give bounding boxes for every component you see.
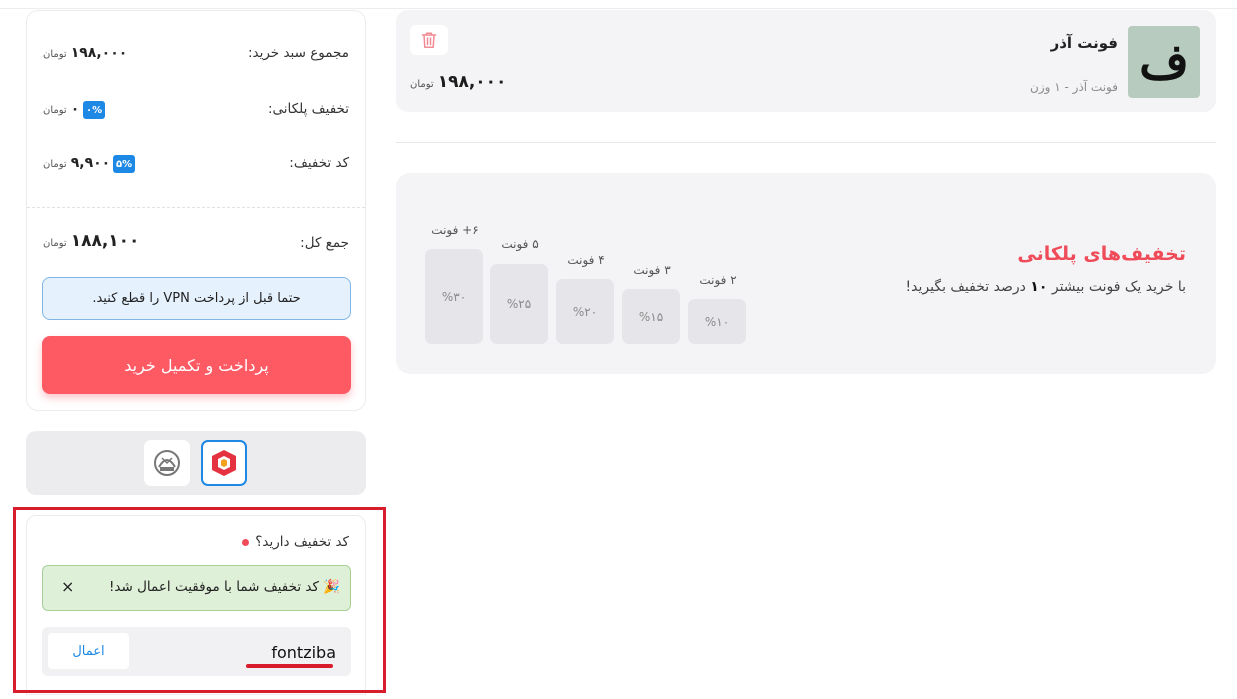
pay-complete-purchase-button[interactable]: پرداخت و تکمیل خرید <box>42 336 351 394</box>
bank-mellat-icon <box>212 450 236 476</box>
desc-before: با خرید یک فونت بیشتر <box>1051 279 1186 295</box>
payment-gateways <box>26 431 366 495</box>
currency-label: تومان <box>43 105 67 116</box>
cart-item-card: ف فونت آذر فونت آذر - ۱ وزن ۱۹۸,۰۰۰ توما… <box>396 10 1216 112</box>
tier-discount-label: تخفیف پلکانی: <box>268 101 349 117</box>
tier-discount-value: تومان ۰ <box>43 101 79 117</box>
desc-after: درصد تخفیف بگیرید! <box>905 279 1026 295</box>
top-divider <box>0 8 1237 9</box>
desc-bold-number: ۱۰ <box>1030 279 1048 295</box>
bulk-discount-panel: تخفیف‌های پلکانی با خرید یک فونت بیشتر ۱… <box>396 173 1216 374</box>
cart-item-name[interactable]: فونت آذر <box>1051 34 1118 52</box>
price-value: ۱۹۸,۰۰۰ <box>437 72 507 92</box>
tier-box: %۳۰ <box>425 249 483 344</box>
cart-item-subtitle: فونت آذر - ۱ وزن <box>1030 80 1118 94</box>
tier-label: ۵ فونت <box>501 237 539 251</box>
tier-box: %۲۵ <box>490 264 548 344</box>
coupon-discount-badge: ۵% <box>113 155 136 173</box>
tier-discount-amount: ۰ <box>70 101 80 117</box>
total-amount: ۱۸۸,۱۰۰ <box>70 231 140 251</box>
tier-label: ۴ فونت <box>567 253 605 267</box>
bulk-discount-description: با خرید یک فونت بیشتر ۱۰ درصد تخفیف بگیر… <box>906 279 1186 295</box>
subtotal-amount: ۱۹۸,۰۰۰ <box>70 45 128 61</box>
total-label: جمع کل: <box>300 235 349 251</box>
order-summary-card: مجموع سبد خرید: تومان ۱۹۸,۰۰۰ تخفیف پلکا… <box>26 10 366 411</box>
tier-label: ۶+ فونت <box>431 223 479 237</box>
tier-discount-badge: ۰% <box>83 101 106 119</box>
bank-logo-icon <box>154 450 180 476</box>
vpn-notice: حتما قبل از پرداخت VPN را قطع کنید. <box>42 277 351 320</box>
trash-icon <box>421 32 437 48</box>
tier-box: %۲۰ <box>556 279 614 344</box>
gateway-other-bank[interactable] <box>144 440 190 486</box>
gateway-mellat[interactable] <box>201 440 247 486</box>
tier-box: %۱۰ <box>688 299 746 344</box>
currency-label: تومان <box>43 159 67 170</box>
bulk-discount-title: تخفیف‌های پلکانی <box>1017 243 1186 265</box>
coupon-discount-amount: ۹,۹۰۰ <box>70 155 111 171</box>
remove-item-button[interactable] <box>410 25 448 55</box>
subtotal-value: تومان ۱۹۸,۰۰۰ <box>43 45 127 61</box>
currency-label: تومان <box>43 49 67 60</box>
subtotal-label: مجموع سبد خرید: <box>247 45 349 61</box>
coupon-discount-label: کد تخفیف: <box>289 155 349 171</box>
checkout-page: ف فونت آذر فونت آذر - ۱ وزن ۱۹۸,۰۰۰ توما… <box>0 0 1237 699</box>
currency-label: تومان <box>410 79 434 90</box>
coupon-discount-value: تومان ۹,۹۰۰ <box>43 155 110 171</box>
tier-box: %۱۵ <box>622 289 680 344</box>
cart-item-price: ۱۹۸,۰۰۰ تومان <box>410 72 506 92</box>
total-value: تومان ۱۸۸,۱۰۰ <box>43 231 139 251</box>
summary-divider <box>27 207 365 208</box>
highlight-box <box>13 507 386 693</box>
currency-label: تومان <box>43 238 67 249</box>
font-thumbnail[interactable]: ف <box>1128 26 1200 98</box>
section-divider <box>396 142 1216 143</box>
